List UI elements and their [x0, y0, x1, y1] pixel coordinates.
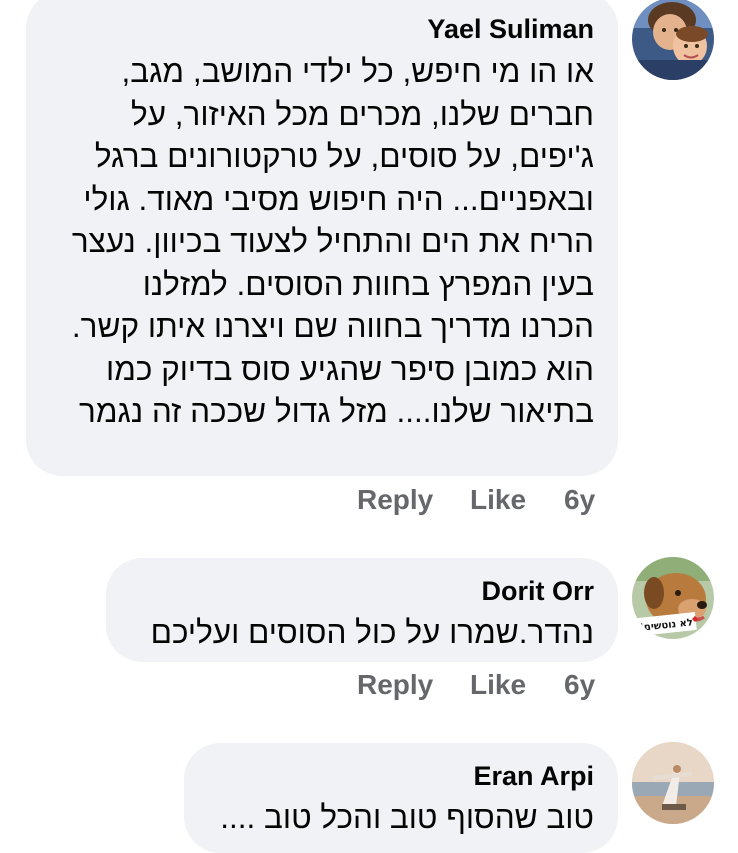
reply-button[interactable]: Reply [357, 665, 433, 705]
avatar[interactable] [632, 742, 714, 824]
reply-button[interactable]: Reply [357, 480, 433, 520]
comment-timestamp[interactable]: 6y [564, 665, 595, 705]
profile-photo-eran-beach-icon [632, 742, 714, 824]
comment-dorit: Dorit Orr נהדר.שמרו על כול הסוסים ועליכם… [0, 555, 738, 715]
comment-text: טוב שהסוף טוב והכל טוב .... [204, 796, 594, 839]
avatar[interactable] [632, 0, 714, 80]
comment-text-line: הוא כמובן סיפר שהגיע סוס בדיוק כמו [106, 350, 594, 387]
comment-text-line: הריח את הים והתחיל לצעוד בכיוון. נעצר [71, 223, 594, 259]
comment-text-line: נהדר.שמרו על כול הסוסים ועליכם [150, 614, 594, 650]
comment-actions: Reply Like 6y [0, 665, 738, 705]
comment-text-line: בעין המפרץ בחוות הסוסים. למזלנו [142, 265, 594, 302]
comment-yael: Yael Suliman או הו מי חיפש, כל ילדי המוש… [0, 0, 738, 520]
comment-text-line: או הו מי חיפש, כל ילדי המושב, מגב, [121, 53, 594, 89]
comment-timestamp[interactable]: 6y [564, 480, 595, 520]
avatar[interactable]: לא נוטשים! [632, 557, 714, 639]
comment-author-name[interactable]: Dorit Orr [126, 574, 594, 608]
like-button[interactable]: Like [470, 665, 526, 705]
comment-bubble: Eran Arpi טוב שהסוף טוב והכל טוב .... [184, 743, 618, 853]
comment-bubble: Yael Suliman או הו מי חיפש, כל ילדי המוש… [26, 0, 618, 476]
comment-eran: Eran Arpi טוב שהסוף טוב והכל טוב .... [0, 740, 738, 853]
profile-photo-yael-icon [632, 0, 714, 80]
comment-actions: Reply Like 6y [0, 480, 738, 520]
comment-author-name[interactable]: Yael Suliman [46, 12, 594, 46]
comment-text-line: ג'יפים, על סוסים, על טרקטורונים ברגל [94, 138, 594, 174]
comment-text-line: בתיאור שלנו.... מזל גדול שככה זה נגמר [79, 393, 594, 429]
profile-photo-dorit-dog-icon: לא נוטשים! [632, 557, 714, 639]
like-button[interactable]: Like [470, 480, 526, 520]
comment-text: או הו מי חיפש, כל ילדי המושב, מגב, חברים… [46, 50, 594, 433]
comment-text-line: טוב שהסוף טוב והכל טוב .... [220, 799, 594, 835]
comment-text-line: הכרנו מדריך בחווה שם ויצרנו איתו קשר. [71, 308, 594, 344]
comment-bubble: Dorit Orr נהדר.שמרו על כול הסוסים ועליכם [106, 558, 618, 662]
comment-text-line: חברים שלנו, מכרים מכל האיזור, על [131, 95, 594, 132]
comment-text-line: ובאפניים... היה חיפוש מסיבי מאוד. גולי [83, 180, 594, 217]
comment-text: נהדר.שמרו על כול הסוסים ועליכם [126, 611, 594, 654]
comment-author-name[interactable]: Eran Arpi [204, 759, 594, 793]
